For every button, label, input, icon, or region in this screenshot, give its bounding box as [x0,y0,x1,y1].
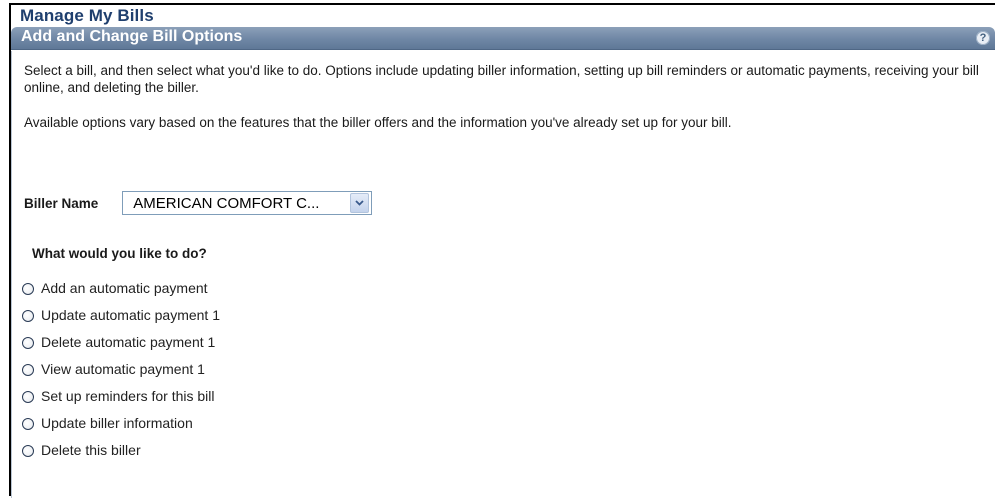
option-view-automatic-payment[interactable]: View automatic payment 1 [22,356,220,383]
options-question: What would you like to do? [32,246,207,261]
option-set-up-reminders[interactable]: Set up reminders for this bill [22,383,220,410]
option-label: Add an automatic payment [41,280,208,296]
section-header: Add and Change Bill Options ? [11,27,995,50]
intro-text: Select a bill, and then select what you'… [24,63,979,95]
biller-name-label: Biller Name [24,195,99,211]
biller-row: Biller Name AMERICAN COMFORT C... [24,191,373,215]
radio-button[interactable] [22,309,34,322]
radio-button[interactable] [22,282,34,295]
option-label: Delete this biller [41,442,141,458]
help-icon[interactable]: ? [976,31,990,45]
options-list: Add an automatic payment Update automati… [22,275,220,464]
option-label: Update biller information [41,415,193,431]
biller-name-select[interactable]: AMERICAN COMFORT C... [122,191,373,215]
option-delete-biller[interactable]: Delete this biller [22,437,220,464]
option-update-automatic-payment[interactable]: Update automatic payment 1 [22,302,220,329]
option-label: Delete automatic payment 1 [41,334,216,350]
chevron-down-icon[interactable] [350,193,370,213]
page-frame: Manage My Bills Add and Change Bill Opti… [9,3,995,498]
radio-button[interactable] [22,336,34,349]
page-title: Manage My Bills [20,6,154,25]
radio-button[interactable] [22,417,34,430]
radio-button[interactable] [22,390,34,403]
option-update-biller-information[interactable]: Update biller information [22,410,220,437]
availability-text: Available options vary based on the feat… [24,115,732,130]
biller-name-value: AMERICAN COMFORT C... [133,194,320,212]
section-title: Add and Change Bill Options [21,28,243,45]
section-content: Select a bill, and then select what you'… [11,51,995,498]
option-add-automatic-payment[interactable]: Add an automatic payment [22,275,220,302]
option-label: Update automatic payment 1 [41,307,220,323]
option-label: View automatic payment 1 [41,361,205,377]
option-delete-automatic-payment[interactable]: Delete automatic payment 1 [22,329,220,356]
radio-button[interactable] [22,363,34,376]
radio-button[interactable] [22,444,34,457]
option-label: Set up reminders for this bill [41,388,215,404]
